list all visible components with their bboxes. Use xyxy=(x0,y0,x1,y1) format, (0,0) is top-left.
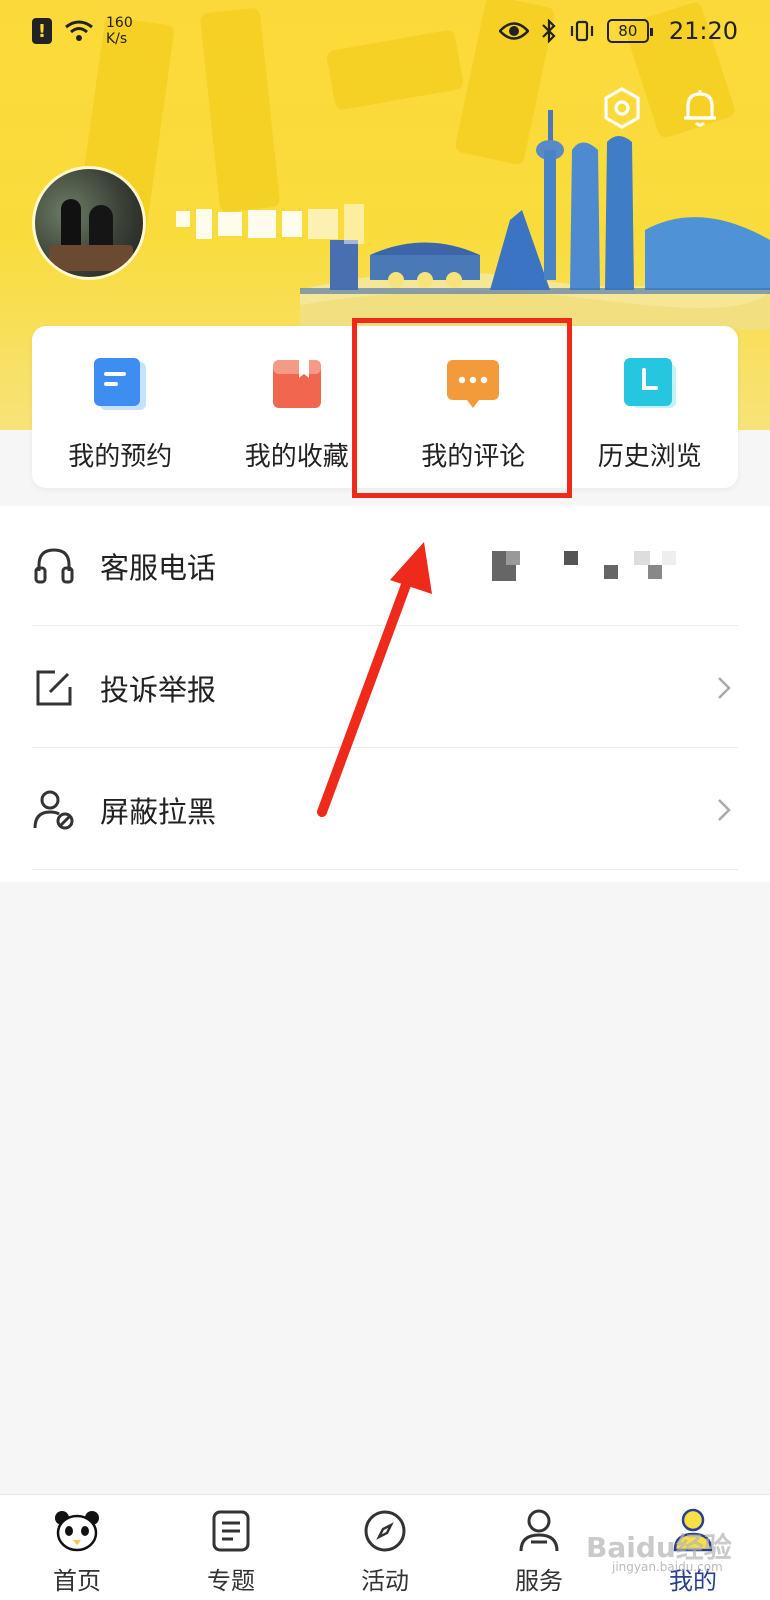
status-bar: ! 160 K/s 80 21:20 xyxy=(0,0,770,62)
phone-number-pixelated xyxy=(492,550,682,581)
avatar[interactable] xyxy=(32,166,146,280)
menu-item-customer-service[interactable]: 客服电话 xyxy=(32,506,738,626)
edit-icon xyxy=(32,666,76,710)
compass-icon xyxy=(361,1507,409,1555)
network-speed-unit: K/s xyxy=(106,31,128,47)
username-pixelated xyxy=(176,204,376,244)
vibrate-icon xyxy=(570,20,593,42)
avatar-table xyxy=(49,245,133,271)
nav-home[interactable]: 首页 xyxy=(0,1495,154,1600)
battery-icon: 80 xyxy=(606,19,653,43)
menu-item-complaint[interactable]: 投诉举报 xyxy=(32,628,738,748)
menu-item-label: 客服电话 xyxy=(100,550,217,585)
wifi-icon xyxy=(65,20,93,41)
quick-action-appointments[interactable]: 我的预约 xyxy=(32,326,209,488)
menu-item-label: 投诉举报 xyxy=(100,672,217,707)
eye-icon xyxy=(498,22,529,40)
quick-action-label: 我的预约 xyxy=(68,442,173,472)
menu-item-block[interactable]: 屏蔽拉黑 xyxy=(32,750,738,870)
menu-list: 客服电话 投诉举报 屏蔽拉黑 xyxy=(0,506,770,882)
network-speed-value: 160 xyxy=(106,15,133,31)
user-block-icon xyxy=(32,788,76,832)
nav-label: 活动 xyxy=(361,1567,409,1595)
nav-label: 服务 xyxy=(515,1567,563,1595)
headset-icon xyxy=(32,544,76,588)
quick-action-label: 我的收藏 xyxy=(244,442,349,472)
nav-topics[interactable]: 专题 xyxy=(154,1495,308,1600)
nav-label: 首页 xyxy=(53,1567,101,1595)
quick-action-label: 历史浏览 xyxy=(597,442,702,472)
appointment-icon xyxy=(94,358,147,410)
history-icon xyxy=(623,358,676,408)
favorites-icon xyxy=(272,360,321,408)
panda-icon xyxy=(53,1507,101,1555)
battery-level: 80 xyxy=(618,22,638,40)
settings-button[interactable] xyxy=(596,82,648,134)
bluetooth-icon xyxy=(542,19,556,43)
nav-label: 专题 xyxy=(207,1567,255,1595)
bell-icon xyxy=(684,90,716,127)
clock: 21:20 xyxy=(668,17,738,45)
quick-action-history[interactable]: 历史浏览 xyxy=(562,326,739,488)
sim-alert-icon: ! xyxy=(32,18,52,44)
chevron-right-icon xyxy=(716,797,732,823)
notification-button[interactable] xyxy=(674,82,726,134)
gear-icon xyxy=(604,87,640,129)
user-icon xyxy=(515,1507,563,1555)
chevron-right-icon xyxy=(716,675,732,701)
menu-item-label: 屏蔽拉黑 xyxy=(100,794,217,829)
baidu-watermark-url: jingyan.baidu.com xyxy=(612,1560,723,1574)
network-speed: 160 K/s xyxy=(106,15,140,47)
document-icon xyxy=(207,1507,255,1555)
highlight-annotation-box xyxy=(352,318,572,498)
avatar-figure xyxy=(61,199,81,249)
nav-activities[interactable]: 活动 xyxy=(308,1495,462,1600)
